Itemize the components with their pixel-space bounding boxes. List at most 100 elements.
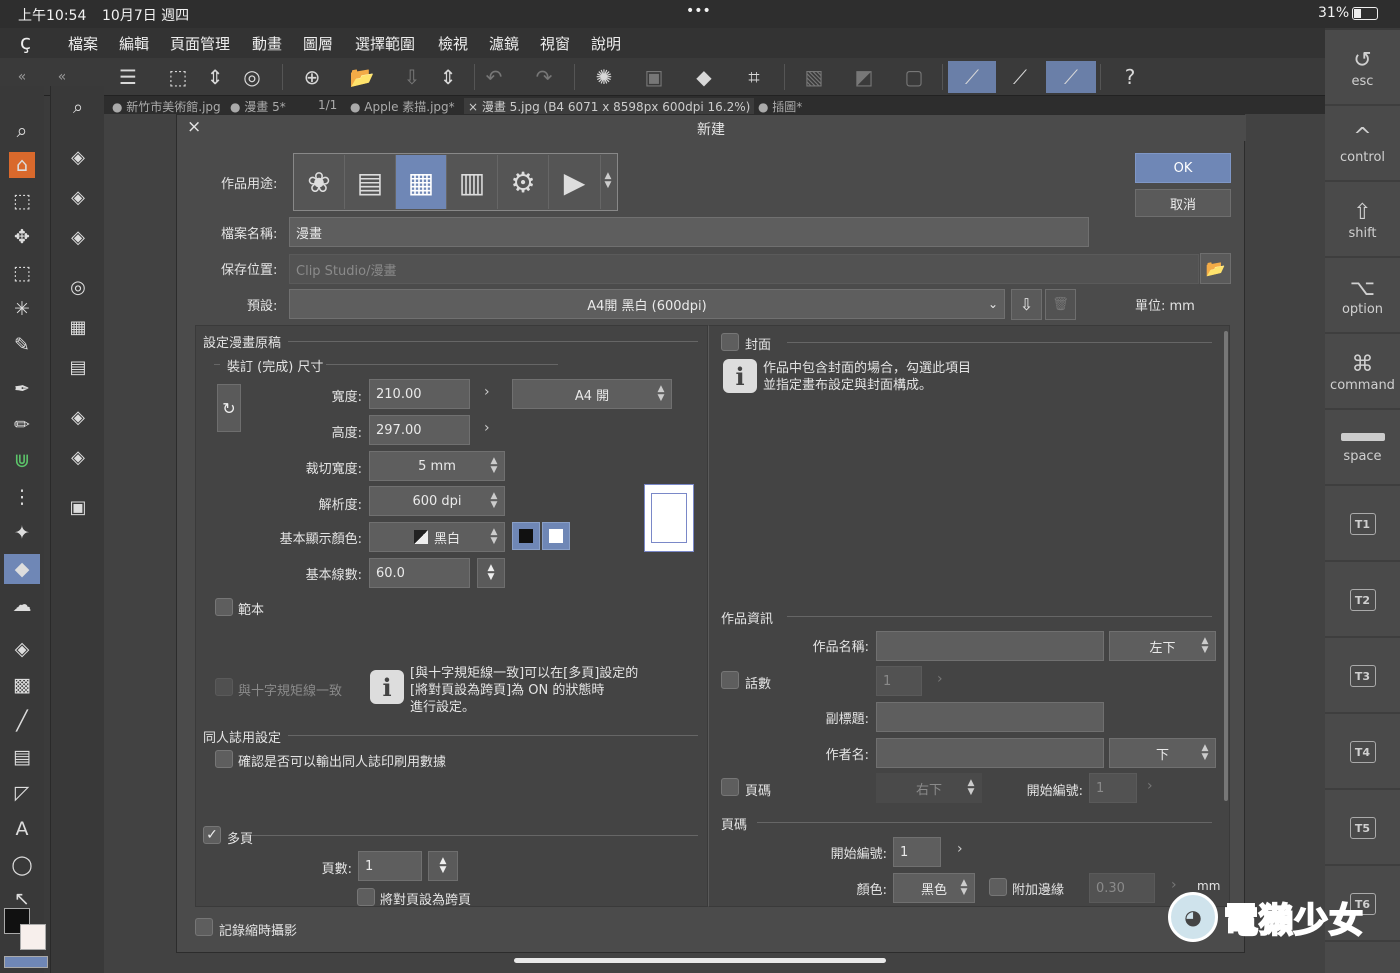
object-select-icon[interactable]: ⬚ xyxy=(4,186,40,216)
start-arrow-icon[interactable]: › xyxy=(1147,778,1153,794)
height-arrow-icon[interactable]: › xyxy=(484,420,490,436)
author-position-dropdown[interactable]: 下 ▲ ▼ xyxy=(1109,738,1216,768)
tab-illustration[interactable]: ● 插圖* xyxy=(758,98,802,115)
sub-tool-layer-settings-icon[interactable]: ◈ xyxy=(60,182,96,212)
blend-tool-icon[interactable]: ☁ xyxy=(4,590,40,620)
pagenum-position-dropdown[interactable]: 右下 ▲ ▼ xyxy=(876,773,982,803)
key-t4[interactable]: T4 xyxy=(1325,716,1400,790)
crop-icon[interactable]: ▢ xyxy=(892,61,936,93)
pages-spin-icon[interactable]: ▲ ▼ xyxy=(428,851,458,881)
doujin-checkbox[interactable] xyxy=(215,750,233,768)
gradient-tool-icon[interactable]: ▩ xyxy=(4,670,40,700)
fill-tool-icon[interactable]: ◈ xyxy=(4,634,40,664)
pencil-tool-icon[interactable]: ✏ xyxy=(4,410,40,440)
width-arrow-icon[interactable]: › xyxy=(484,384,490,400)
pen-snap-icon[interactable]: ⟋ xyxy=(1046,61,1096,93)
key-t2[interactable]: T2 xyxy=(1325,564,1400,638)
key-option[interactable]: ⌥ option xyxy=(1325,260,1400,334)
width-input[interactable]: 210.00 xyxy=(369,379,470,409)
selection-tool-icon[interactable]: ⬚ xyxy=(4,258,40,288)
invert-selection-icon[interactable]: ◩ xyxy=(842,61,886,93)
menu-window[interactable]: 視窗 xyxy=(540,33,570,54)
key-esc[interactable]: ↺ esc xyxy=(1325,32,1400,106)
menu-selection[interactable]: 選擇範圍 xyxy=(355,33,415,54)
lines-spin-icon[interactable]: ▲ ▼ xyxy=(477,558,505,588)
menu-page[interactable]: 頁面管理 xyxy=(170,33,230,54)
eyedropper-icon[interactable]: ✎ xyxy=(4,330,40,360)
brush-icon[interactable]: ⟋ xyxy=(998,61,1042,93)
sub-tool-navigator-icon[interactable]: ◎ xyxy=(60,272,96,302)
purpose-book-icon[interactable]: ▥ xyxy=(447,155,498,209)
folio-start-input[interactable]: 1 xyxy=(893,837,941,867)
open-folder-icon[interactable]: 📂 xyxy=(340,61,384,93)
menu-edit[interactable]: 編輯 xyxy=(119,33,149,54)
preset-dropdown[interactable]: A4開 黑白 (600dpi) ⌄ xyxy=(289,289,1005,319)
browse-folder-icon[interactable]: 📂 xyxy=(1200,253,1231,284)
app-logo-icon[interactable]: ҫ xyxy=(20,30,31,54)
cancel-button[interactable]: 取消 xyxy=(1135,189,1231,217)
margin-input[interactable]: 0.30 xyxy=(1089,873,1155,903)
airbrush-icon[interactable]: ⋮ xyxy=(4,482,40,512)
sub-tool-layer-ref-icon[interactable]: ◈ xyxy=(60,222,96,252)
color-mode-dropdown[interactable]: 黑白 ▲ ▼ xyxy=(369,522,505,552)
lines-input[interactable]: 60.0 xyxy=(369,558,470,588)
key-control[interactable]: ^ control xyxy=(1325,108,1400,182)
close-icon[interactable]: × xyxy=(187,117,201,137)
fill-icon[interactable]: ◆ xyxy=(682,61,726,93)
ruler-tool-icon[interactable]: ◸ xyxy=(4,778,40,808)
subtitle-input[interactable] xyxy=(876,702,1104,732)
brush-tool-icon[interactable]: ⋓ xyxy=(4,446,40,476)
work-title-input[interactable] xyxy=(876,631,1104,661)
purpose-animation-icon[interactable]: ▶ xyxy=(549,155,601,209)
menu-view[interactable]: 檢視 xyxy=(438,33,468,54)
sub-tool-rotate-icon[interactable]: ⌕ xyxy=(60,92,96,122)
sub-tool-timeline-icon[interactable]: ▤ xyxy=(60,352,96,382)
decoration-icon[interactable]: ✦ xyxy=(4,518,40,548)
redo-icon[interactable]: ↷ xyxy=(522,61,566,93)
menu-filter[interactable]: 濾鏡 xyxy=(489,33,519,54)
sub-tool-layer-icon[interactable]: ◈ xyxy=(60,142,96,172)
figure-tool-icon[interactable]: ╱ xyxy=(4,706,40,736)
white-swatch[interactable] xyxy=(542,522,570,550)
pagenum-checkbox[interactable] xyxy=(721,778,739,796)
savepath-input[interactable]: Clip Studio/漫畫 xyxy=(289,254,1199,284)
sub-tool-layer-stack-icon[interactable]: ◈ xyxy=(60,442,96,472)
episode-arrow-icon[interactable]: › xyxy=(937,671,943,687)
size-preset-dropdown[interactable]: A4 開 ▲ ▼ xyxy=(512,379,672,409)
purpose-comic-icon[interactable]: ▦ xyxy=(396,155,447,209)
purpose-scroll-icon[interactable]: ▲ ▼ xyxy=(600,168,616,194)
help-icon[interactable]: ? xyxy=(1108,61,1152,93)
cross-align-checkbox[interactable] xyxy=(215,678,233,696)
black-swatch[interactable] xyxy=(512,522,540,550)
key-space[interactable]: space xyxy=(1325,412,1400,486)
move-tool-icon[interactable]: ✥ xyxy=(4,222,40,252)
undo-icon[interactable]: ↶ xyxy=(472,61,516,93)
resolution-spin-icon[interactable]: ▲ ▼ xyxy=(486,488,502,514)
folio-color-dropdown[interactable]: 黑色 ▲ ▼ xyxy=(893,873,975,903)
sub-tool-layers-icon[interactable]: ◈ xyxy=(60,402,96,432)
clip-studio-icon[interactable]: ◎ xyxy=(230,61,274,93)
cover-checkbox[interactable] xyxy=(721,333,739,351)
height-input[interactable]: 297.00 xyxy=(369,415,470,445)
pen-tool-icon[interactable]: ✒ xyxy=(4,374,40,404)
rotate-orientation-icon[interactable]: ↻ xyxy=(217,384,241,432)
purpose-webtoon-icon[interactable]: ▤ xyxy=(345,155,396,209)
tab-museum[interactable]: ● 新竹市美術館.jpg xyxy=(112,98,221,115)
key-t1[interactable]: T1 xyxy=(1325,488,1400,562)
multitask-dots[interactable]: ••• xyxy=(686,3,711,19)
multipage-checkbox[interactable]: ✓ xyxy=(203,826,221,844)
key-t3[interactable]: T3 xyxy=(1325,640,1400,714)
delete-preset-icon[interactable]: 🗑 xyxy=(1045,289,1076,320)
episode-input[interactable]: 1 xyxy=(876,666,922,696)
tab-apple[interactable]: ● Apple 素描.jpg* xyxy=(350,98,455,115)
sub-tool-gallery-icon[interactable]: ▣ xyxy=(60,492,96,522)
zoom-tool-icon[interactable]: ⌕ xyxy=(4,116,40,146)
template-checkbox[interactable] xyxy=(215,598,233,616)
tab-manga5[interactable]: ● 漫畫 5* xyxy=(230,98,286,115)
magic-wand-icon[interactable]: ✳ xyxy=(4,294,40,324)
folio-arrow-icon[interactable]: › xyxy=(957,841,963,857)
episode-checkbox[interactable] xyxy=(721,671,739,689)
purpose-custom-icon[interactable]: ⚙ xyxy=(498,155,549,209)
purpose-illustration-icon[interactable]: ❀ xyxy=(294,155,345,209)
transform-icon[interactable]: ⌗ xyxy=(732,61,776,93)
